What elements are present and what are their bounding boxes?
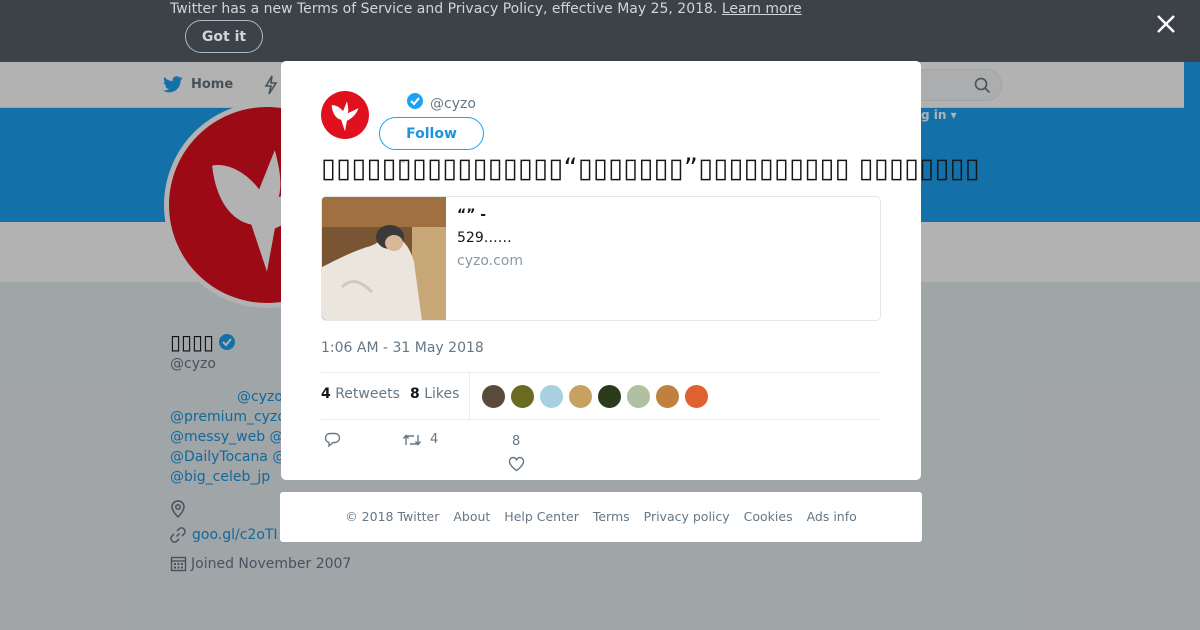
notice-message: Twitter has a new Terms of Service and P… (170, 1, 802, 17)
footer-link-privacy[interactable]: Privacy policy (644, 509, 730, 524)
like-stat[interactable]: 8 Likes (410, 386, 459, 402)
liker-avatar[interactable] (597, 384, 622, 409)
reply-button[interactable] (324, 432, 341, 448)
notice-text: Twitter has a new Terms of Service and P… (170, 1, 718, 17)
footer-copyright: © 2018 Twitter (345, 509, 440, 524)
learn-more-link[interactable]: Learn more (722, 1, 802, 17)
tweet-text: ▯▯▯▯▯▯▯▯▯▯▯▯▯▯▯▯“▯▯▯▯▯▯▯”▯▯▯▯▯▯▯▯▯▯ ▯▯▯▯… (321, 153, 980, 184)
tweet-timestamp[interactable]: 1:06 AM - 31 May 2018 (321, 340, 484, 356)
card-thumbnail (322, 197, 446, 320)
retweet-icon (402, 433, 422, 446)
footer-link-cookies[interactable]: Cookies (744, 509, 793, 524)
card-description: 529…… (457, 230, 512, 246)
tweet-author-handle[interactable]: @cyzo (430, 96, 476, 112)
link-card[interactable]: “” - 529…… cyzo.com (321, 196, 881, 321)
footer-link-help-center[interactable]: Help Center (504, 509, 579, 524)
follow-button[interactable]: Follow (379, 117, 484, 150)
heart-icon[interactable] (508, 456, 525, 472)
modal-footer: © 2018 Twitter About Help Center Terms P… (280, 492, 922, 542)
liker-avatar[interactable] (655, 384, 680, 409)
footer-link-terms[interactable]: Terms (593, 509, 630, 524)
retweet-label: Retweets (335, 386, 400, 402)
retweet-count: 4 (321, 386, 331, 402)
footer-links: © 2018 Twitter About Help Center Terms P… (280, 509, 922, 524)
tweet-stats: 4 Retweets 8 Likes (321, 372, 881, 420)
like-action-count: 8 (512, 434, 521, 449)
retweet-action-count: 4 (430, 432, 439, 447)
close-icon[interactable] (1154, 12, 1178, 36)
got-it-button[interactable]: Got it (185, 20, 263, 53)
liker-avatar[interactable] (626, 384, 651, 409)
card-photo (322, 197, 446, 320)
terms-notice-bar: Twitter has a new Terms of Service and P… (0, 0, 1200, 62)
stats-divider (469, 373, 470, 419)
cyzo-logo-icon (331, 101, 359, 132)
liker-avatar[interactable] (510, 384, 535, 409)
reply-icon (324, 432, 341, 448)
tweet-modal: @cyzo Follow ⌄ ▯▯▯▯▯▯▯▯▯▯▯▯▯▯▯▯“▯▯▯▯▯▯▯”… (281, 61, 980, 480)
liker-avatars (481, 384, 713, 409)
retweet-button[interactable]: 4 (402, 432, 438, 447)
liker-avatar[interactable] (481, 384, 506, 409)
tweet-author-avatar[interactable] (321, 91, 369, 139)
liker-avatar[interactable] (684, 384, 709, 409)
liker-avatar[interactable] (539, 384, 564, 409)
like-label: Likes (424, 386, 460, 402)
liker-avatar[interactable] (568, 384, 593, 409)
like-count: 8 (410, 386, 420, 402)
card-title: “” - (457, 207, 487, 223)
card-domain: cyzo.com (457, 253, 524, 269)
footer-link-about[interactable]: About (453, 509, 490, 524)
retweet-stat[interactable]: 4 Retweets (321, 386, 400, 402)
verified-icon (407, 93, 423, 109)
footer-link-ads-info[interactable]: Ads info (807, 509, 857, 524)
